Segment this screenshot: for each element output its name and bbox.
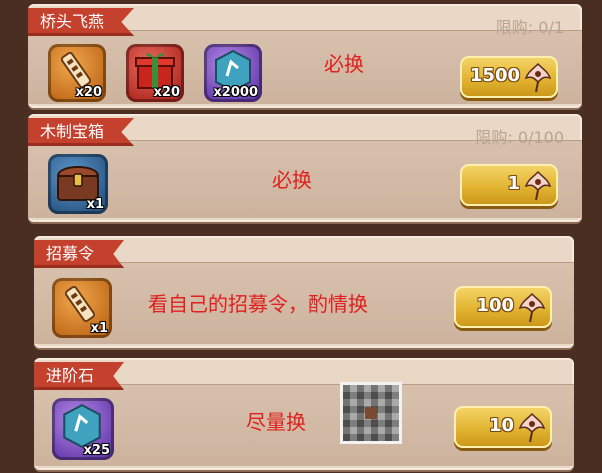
qr-code-image bbox=[340, 382, 402, 444]
price-value: 100 bbox=[476, 295, 514, 316]
purchase-limit: 限购: 0/100 bbox=[475, 128, 564, 147]
annotation-note: 尽量换 bbox=[246, 410, 306, 434]
item-quantity: x2000 bbox=[213, 85, 258, 100]
exchange-button[interactable]: 10 bbox=[454, 406, 552, 448]
reward-item[interactable]: x20 bbox=[48, 44, 106, 102]
item-quantity: x1 bbox=[90, 321, 108, 336]
item-title-ribbon: 招募令 bbox=[34, 240, 125, 268]
item-quantity: x1 bbox=[86, 197, 104, 212]
flower-currency-icon bbox=[518, 412, 546, 443]
reward-item[interactable]: x25 bbox=[52, 398, 114, 460]
reward-item[interactable]: x1 bbox=[48, 154, 108, 214]
item-quantity: x20 bbox=[153, 85, 180, 100]
item-quantity: x20 bbox=[75, 85, 102, 100]
token-icon bbox=[64, 285, 96, 323]
shop-item-panel: 招募令 x1 看自己的招募令，酌情换 100 bbox=[34, 236, 574, 348]
reward-item[interactable]: x1 bbox=[52, 278, 112, 338]
shop-item-panel: 进阶石 x25 尽量换 10 bbox=[34, 358, 574, 470]
purchase-limit: 限购: 0/1 bbox=[495, 18, 564, 37]
annotation-note: 看自己的招募令，酌情换 bbox=[148, 292, 368, 316]
price-value: 1 bbox=[507, 173, 520, 194]
price-value: 10 bbox=[488, 415, 514, 436]
item-title-ribbon: 桥头飞燕 bbox=[28, 8, 135, 36]
exchange-button[interactable]: 1 bbox=[460, 164, 558, 206]
exchange-button[interactable]: 1500 bbox=[460, 56, 558, 98]
flower-currency-icon bbox=[518, 292, 546, 323]
item-title-ribbon: 进阶石 bbox=[34, 362, 125, 390]
price-value: 1500 bbox=[469, 65, 520, 86]
flower-currency-icon bbox=[524, 62, 552, 93]
annotation-note: 必换 bbox=[324, 52, 364, 76]
shop-item-panel: 桥头飞燕 限购: 0/1 x20 x20 x2000 必换 1500 bbox=[28, 4, 582, 108]
item-title-ribbon: 木制宝箱 bbox=[28, 118, 135, 146]
exchange-button[interactable]: 100 bbox=[454, 286, 552, 328]
shop-item-panel: 木制宝箱 限购: 0/100 x1 必换 1 bbox=[28, 114, 582, 222]
reward-item[interactable]: x20 bbox=[126, 44, 184, 102]
item-quantity: x25 bbox=[83, 443, 110, 458]
annotation-note: 必换 bbox=[272, 168, 312, 192]
reward-item[interactable]: x2000 bbox=[204, 44, 262, 102]
flower-currency-icon bbox=[524, 170, 552, 201]
